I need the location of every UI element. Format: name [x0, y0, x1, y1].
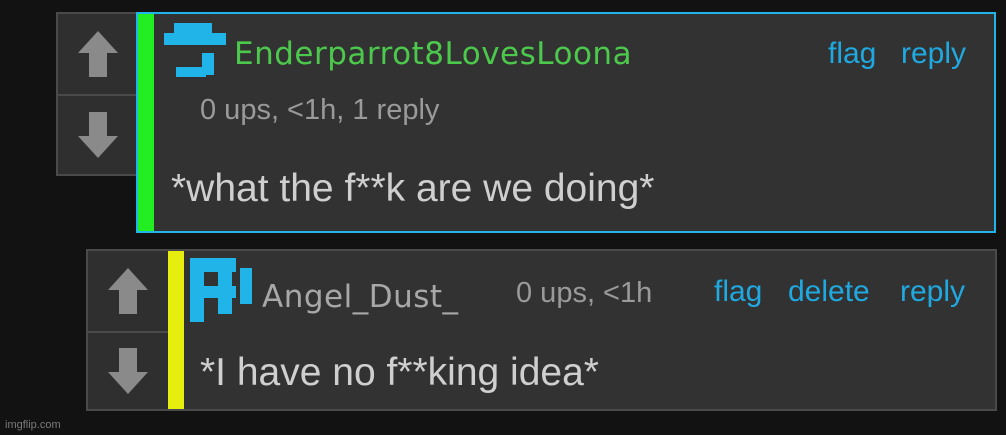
flag-link[interactable]: flag [714, 275, 762, 309]
comment-username[interactable]: Angel_Dust_ [262, 279, 459, 315]
pixel-avatar-icon[interactable] [190, 258, 254, 322]
downvote-arrow-icon [78, 112, 118, 158]
flag-link[interactable]: flag [828, 37, 876, 71]
downvote-arrow-icon [108, 348, 148, 394]
comment-text: *what the f**k are we doing* [171, 167, 655, 210]
downvote-button-2[interactable] [88, 333, 168, 409]
comment-username[interactable]: Enderparrot8LovesLoona [234, 36, 632, 72]
comment-text: *I have no f**king idea* [200, 351, 599, 394]
watermark: imgflip.com [5, 419, 61, 431]
comment-level-bar [168, 251, 184, 409]
upvote-arrow-icon [78, 31, 118, 77]
pixel-avatar-icon[interactable] [164, 21, 226, 79]
vote-box-2 [86, 249, 170, 411]
vote-box-1 [56, 12, 140, 176]
upvote-button-2[interactable] [88, 251, 168, 331]
comment-2: Angel_Dust_ 0 ups, <1h flag delete reply… [168, 249, 997, 411]
comment-level-bar [138, 14, 154, 231]
reply-link[interactable]: reply [901, 37, 966, 71]
comment-1: Enderparrot8LovesLoona 0 ups, <1h, 1 rep… [136, 12, 996, 233]
upvote-arrow-icon [108, 268, 148, 314]
reply-link[interactable]: reply [900, 275, 965, 309]
comment-meta: 0 ups, <1h [516, 277, 653, 309]
delete-link[interactable]: delete [788, 275, 870, 309]
comment-meta: 0 ups, <1h, 1 reply [200, 94, 440, 126]
downvote-button-1[interactable] [58, 96, 138, 174]
upvote-button-1[interactable] [58, 14, 138, 94]
